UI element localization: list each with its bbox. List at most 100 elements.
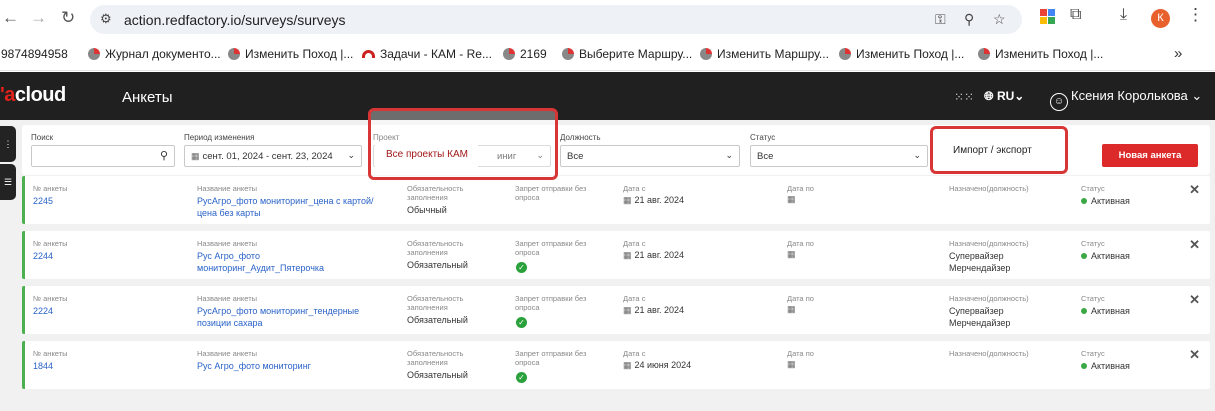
table-row[interactable]: № анкеты 2224 Название анкеты РусАгро_фо…: [22, 286, 1210, 334]
table-row[interactable]: № анкеты 1844 Название анкеты Рус Агро_ф…: [22, 341, 1210, 389]
side-panel-toggle[interactable]: ⋮: [0, 126, 16, 162]
survey-name-link[interactable]: РусАгро_фото мониторинг_цена с картой/це…: [197, 195, 374, 219]
site-settings-icon[interactable]: ⚙: [100, 11, 112, 27]
key-icon[interactable]: ⚿: [935, 11, 946, 28]
chevron-down-icon: ⌄: [1014, 89, 1025, 103]
search-label: Поиск: [31, 133, 54, 142]
import-export-box[interactable]: Импорт / экспорт: [930, 126, 1068, 174]
check-icon: ✓: [516, 372, 527, 383]
zoom-icon[interactable]: ⚲: [964, 11, 974, 28]
position-select[interactable]: Все ⌄: [560, 145, 740, 167]
col-ban-label: Запрет отправки без опроса: [515, 349, 587, 367]
search-input[interactable]: ⚲: [31, 145, 175, 167]
new-survey-button[interactable]: Новая анкета: [1102, 144, 1198, 167]
extensions-puzzle-icon[interactable]: ⧉: [1070, 6, 1081, 24]
date-to-value[interactable]: ▦: [787, 248, 799, 260]
required-value: Обязательный: [407, 315, 468, 325]
assigned-value: Супервайзер Мерчендайзер: [949, 251, 1011, 273]
survey-name-link[interactable]: РусАгро_фото мониторинг_тендерные позиции…: [197, 305, 359, 329]
required-value: Обязательный: [407, 370, 468, 380]
download-icon[interactable]: ⤓: [1120, 6, 1127, 24]
survey-number-link[interactable]: 2245: [33, 195, 53, 207]
survey-number-link[interactable]: 1844: [33, 360, 53, 372]
language-selector[interactable]: 🌐︎ RU⌄: [984, 89, 1024, 104]
reload-icon[interactable]: ↻: [61, 8, 75, 28]
date-from-value: ▦ 21 авг. 2024: [623, 305, 685, 315]
bookmark-item[interactable]: Изменить Поход |...: [978, 47, 1103, 61]
col-status-label: Статус: [1081, 349, 1105, 358]
bookmarks-more-button[interactable]: »: [1174, 45, 1182, 62]
date-to-value[interactable]: ▦: [787, 193, 799, 205]
col-ban-label: Запрет отправки без опроса: [515, 294, 587, 312]
col-number-label: № анкеты: [33, 184, 68, 193]
bookmark-favicon-icon: [978, 48, 990, 60]
col-status-label: Статус: [1081, 239, 1105, 248]
required-value: Обязательный: [407, 260, 468, 270]
calendar-icon: ▦: [787, 249, 796, 259]
table-row[interactable]: № анкеты 2245 Название анкеты РусАгро_фо…: [22, 176, 1210, 224]
forward-arrow-icon[interactable]: →: [30, 8, 47, 28]
col-date-to-label: Дата по: [787, 239, 814, 248]
address-bar[interactable]: ⚙ action.redfactory.io/surveys/surveys ⚿…: [90, 5, 1022, 34]
app-logo[interactable]: 'acloud: [0, 84, 66, 107]
dots-icon: ⋮: [3, 139, 13, 149]
col-name-label: Название анкеты: [197, 349, 258, 358]
date-from-value: ▦ 24 июня 2024: [623, 360, 692, 370]
period-picker[interactable]: ▦ сент. 01, 2024 - сент. 23, 2024 ⌄: [184, 145, 362, 167]
bookmark-item[interactable]: Изменить Поход |...: [228, 47, 353, 61]
col-date-from-label: Дата с: [623, 349, 646, 358]
calendar-icon: ▦: [623, 195, 632, 205]
url-text: action.redfactory.io/surveys/surveys: [124, 12, 346, 28]
col-status-label: Статус: [1081, 294, 1105, 303]
date-to-value[interactable]: ▦: [787, 303, 799, 315]
close-icon[interactable]: ✕: [1189, 347, 1200, 363]
user-menu[interactable]: ☺ Ксения Королькова ⌄: [1050, 88, 1202, 111]
col-name-label: Название анкеты: [197, 294, 258, 303]
calendar-icon: ▦: [787, 304, 796, 314]
profile-avatar[interactable]: К: [1151, 9, 1170, 28]
bookmark-item[interactable]: 2169: [503, 47, 547, 61]
check-icon: ✓: [516, 317, 527, 328]
browser-toolbar: ← → ↻ ⚙ action.redfactory.io/surveys/sur…: [0, 0, 1215, 38]
bookmark-item[interactable]: Задачи - КАМ - Re...: [362, 47, 492, 61]
bookmark-item[interactable]: Выберите Маршру...: [562, 47, 692, 61]
close-icon[interactable]: ✕: [1189, 182, 1200, 198]
status-select[interactable]: Все ⌄: [750, 145, 928, 167]
survey-name-link[interactable]: Рус Агро_фото мониторинг: [197, 360, 311, 372]
table-row[interactable]: № анкеты 2244 Название анкеты Рус Агро_ф…: [22, 231, 1210, 279]
col-ban-label: Запрет отправки без опроса: [515, 184, 587, 202]
survey-name-link[interactable]: Рус Агро_фото мониторинг_Аудит_Пятерочка: [197, 250, 324, 274]
apps-grid-icon[interactable]: ⁙⁙: [954, 90, 974, 104]
status-dot-icon: [1081, 198, 1087, 204]
col-required-label: Обязательность заполнения: [407, 239, 464, 257]
col-number-label: № анкеты: [33, 294, 68, 303]
status-dot-icon: [1081, 363, 1087, 369]
close-icon[interactable]: ✕: [1189, 237, 1200, 253]
project-highlight-box: Все проекты КАМ: [368, 108, 558, 180]
back-arrow-icon[interactable]: ←: [2, 8, 19, 28]
bookmark-item[interactable]: Изменить Маршру...: [700, 47, 829, 61]
col-assigned-label: Назначено(должность): [949, 184, 1029, 193]
browser-menu-icon[interactable]: ⋮: [1187, 5, 1204, 25]
survey-number-link[interactable]: 2244: [33, 250, 53, 262]
status-badge: Активная: [1081, 250, 1130, 262]
status-label: Статус: [750, 133, 776, 142]
import-export-button[interactable]: Импорт / экспорт: [953, 145, 1032, 156]
col-name-label: Название анкеты: [197, 184, 258, 193]
bookmark-item[interactable]: Журнал документо...: [88, 47, 221, 61]
date-to-value[interactable]: ▦: [787, 358, 799, 370]
col-ban-label: Запрет отправки без опроса: [515, 239, 587, 257]
bookmark-favicon-icon: [700, 48, 712, 60]
extension-apps-icon[interactable]: [1040, 9, 1055, 29]
bookmark-item[interactable]: Изменить Поход |...: [839, 47, 964, 61]
bookmarks-bar: 9874894958 Журнал документо... Изменить …: [0, 38, 1215, 71]
survey-number-link[interactable]: 2224: [33, 305, 53, 317]
status-dot-icon: [1081, 308, 1087, 314]
close-icon[interactable]: ✕: [1189, 292, 1200, 308]
col-required-label: Обязательность заполнения: [407, 184, 464, 202]
globe-icon: 🌐︎: [984, 89, 994, 103]
bookmark-item[interactable]: 9874894958: [1, 47, 68, 61]
col-date-to-label: Дата по: [787, 294, 814, 303]
bookmark-star-icon[interactable]: ☆: [993, 11, 1006, 28]
side-menu-toggle[interactable]: ☰: [0, 164, 16, 200]
